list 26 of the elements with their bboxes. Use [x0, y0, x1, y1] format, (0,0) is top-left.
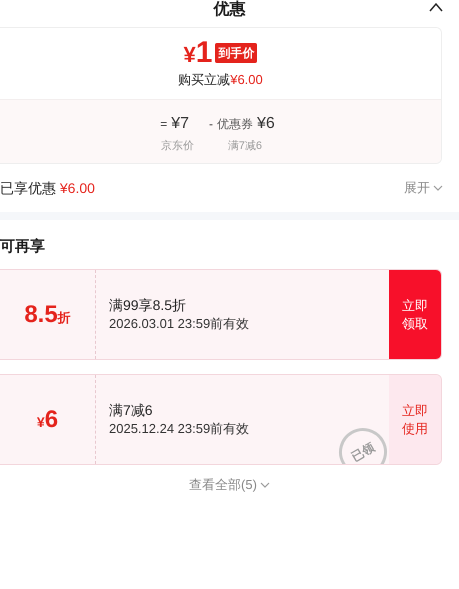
operator-sign: = [160, 116, 168, 133]
coupon-label: 优惠券 [217, 116, 253, 133]
expand-toggle[interactable]: 展开 [404, 178, 443, 198]
coupon-validity: 2025.12.24 23:59前有效 [109, 420, 250, 438]
enjoyed-discount: 已享优惠 ¥6.00 [0, 178, 95, 198]
price-value: ¥7 [171, 114, 189, 134]
view-all-link[interactable]: 查看全部(5) [189, 475, 270, 494]
coupon-action-button[interactable]: 立即使用 [389, 375, 441, 464]
coupon-value: 8.5折 [24, 300, 71, 330]
coupon-value: ¥6 [36, 404, 58, 434]
price-value: ¥6 [257, 114, 275, 134]
coupon-validity: 2026.03.01 23:59前有效 [109, 315, 250, 333]
operator-sign: - [209, 116, 213, 133]
sheet-title: 优惠 [214, 0, 246, 20]
close-button[interactable] [427, 0, 445, 14]
final-price: ¥1 [184, 38, 212, 68]
coupon-condition: 满99享8.5折 [109, 296, 188, 315]
saving-text: 购买立减¥6.00 [178, 70, 263, 89]
coupon-condition: 满7减6 [109, 401, 154, 420]
coupon-action-button[interactable]: 立即领取 [389, 270, 441, 359]
chevron-down-icon [433, 185, 443, 191]
price-badge: 到手价 [215, 42, 258, 63]
price-caption: 满7减6 [228, 139, 262, 154]
section-title: 可再享 [0, 237, 46, 257]
price-caption: 京东价 [161, 138, 194, 154]
chevron-down-icon [260, 482, 270, 488]
